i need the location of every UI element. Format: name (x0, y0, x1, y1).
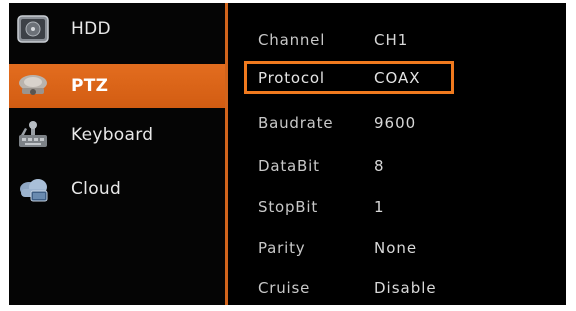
sidebar-item-label: PTZ (71, 76, 109, 96)
setting-row-stopbit[interactable]: StopBit 1 (228, 192, 566, 222)
setting-label: Parity (258, 239, 306, 257)
baudrate-value[interactable]: 9600 (374, 114, 416, 132)
dvr-screen: HDD PTZ Keyboard Cloud Channel CH1 Proto… (9, 3, 566, 305)
setting-row-protocol[interactable]: Protocol COAX (228, 63, 566, 93)
cruise-value[interactable]: Disable (374, 279, 437, 297)
parity-value[interactable]: None (374, 239, 417, 257)
setting-row-parity[interactable]: Parity None (228, 233, 566, 263)
ptz-settings-panel: Channel CH1 Protocol COAX Baudrate 9600 … (228, 3, 566, 305)
setting-row-databit[interactable]: DataBit 8 (228, 151, 566, 181)
sidebar: HDD PTZ Keyboard Cloud (9, 3, 225, 305)
keyboard-icon (15, 119, 51, 151)
ptz-camera-icon (15, 70, 51, 102)
sidebar-item-keyboard[interactable]: Keyboard (9, 113, 225, 157)
setting-row-baudrate[interactable]: Baudrate 9600 (228, 108, 566, 138)
sidebar-item-hdd[interactable]: HDD (9, 7, 225, 51)
setting-label: Protocol (258, 69, 325, 87)
sidebar-item-label: HDD (71, 19, 111, 39)
sidebar-item-cloud[interactable]: Cloud (9, 167, 225, 211)
sidebar-item-ptz[interactable]: PTZ (9, 64, 225, 108)
sidebar-item-label: Cloud (71, 179, 122, 199)
setting-row-channel[interactable]: Channel CH1 (228, 25, 566, 55)
setting-label: StopBit (258, 198, 319, 216)
protocol-value[interactable]: COAX (374, 69, 421, 87)
setting-label: Baudrate (258, 114, 334, 132)
hdd-icon (15, 13, 51, 45)
setting-label: Cruise (258, 279, 311, 297)
setting-label: DataBit (258, 157, 320, 175)
setting-row-cruise[interactable]: Cruise Disable (228, 273, 566, 303)
setting-label: Channel (258, 31, 326, 49)
stopbit-value[interactable]: 1 (374, 198, 385, 216)
databit-value[interactable]: 8 (374, 157, 385, 175)
sidebar-item-label: Keyboard (71, 125, 154, 145)
channel-value[interactable]: CH1 (374, 31, 408, 49)
cloud-icon (15, 173, 51, 205)
